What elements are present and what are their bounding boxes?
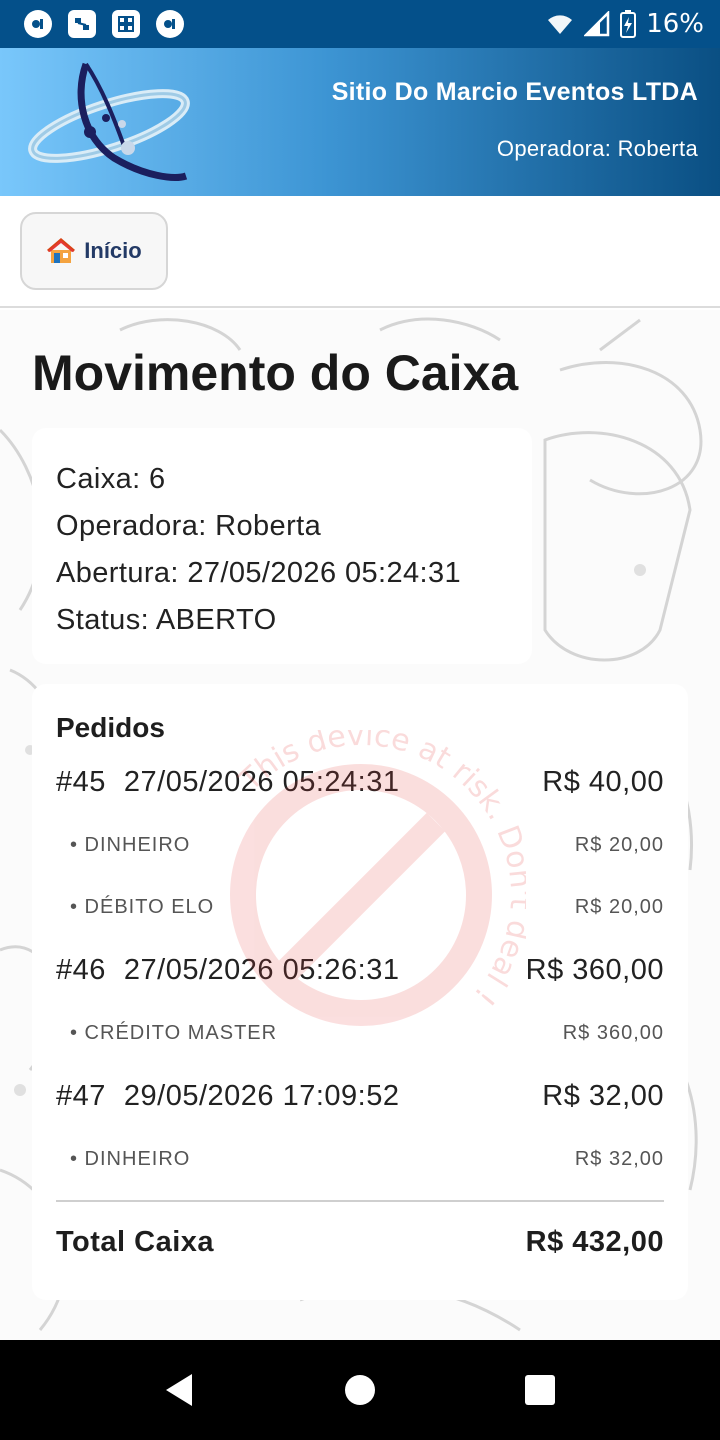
payment-method: • CRÉDITO MASTER — [70, 1021, 278, 1044]
company-name: Sitio Do Marcio Eventos LTDA — [331, 78, 698, 106]
network-icon — [68, 10, 96, 38]
wifi-icon — [548, 15, 573, 34]
order-datetime: 27/05/2026 05:24:31 — [123, 765, 400, 798]
cash-register-info-card: Caixa: 6 Operadora: Roberta Abertura: 27… — [32, 428, 532, 664]
order-row[interactable]: #47 29/05/2026 17:09:52 R$ 32,00 — [56, 1064, 664, 1128]
payment-amount: R$ 360,00 — [562, 1021, 664, 1044]
payment-row: • DÉBITO ELO R$ 20,00 — [56, 876, 664, 938]
company-logo — [28, 62, 190, 181]
order-amount: R$ 40,00 — [542, 765, 664, 798]
page-title: Movimento do Caixa — [32, 345, 519, 401]
order-number: #47 — [56, 1079, 106, 1112]
order-amount: R$ 32,00 — [542, 1079, 664, 1112]
status-bar: 16% — [0, 0, 720, 48]
order-amount: R$ 360,00 — [525, 953, 664, 986]
home-button[interactable]: Início — [20, 212, 168, 290]
order-row[interactable]: #46 27/05/2026 05:26:31 R$ 360,00 — [56, 938, 664, 1002]
system-navigation-bar — [0, 1340, 720, 1440]
grid-app-icon — [112, 10, 140, 38]
payment-amount: R$ 32,00 — [574, 1147, 664, 1170]
house-icon — [47, 238, 76, 263]
total-value: R$ 432,00 — [525, 1225, 664, 1258]
order-row[interactable]: #45 27/05/2026 05:24:31 R$ 40,00 — [56, 750, 664, 814]
order-number: #45 — [56, 765, 106, 798]
back-icon[interactable] — [160, 1370, 200, 1410]
register-opening-time: Abertura: 27/05/2026 05:24:31 — [56, 557, 462, 589]
status-bar-system: 16% — [546, 9, 704, 39]
status-bar-notifications — [24, 10, 184, 38]
payment-method: • DINHEIRO — [70, 1147, 191, 1170]
battery-percentage: 16% — [646, 9, 704, 39]
top-nav: Início — [0, 196, 720, 308]
home-button-label: Início — [84, 238, 142, 263]
payment-method: • DÉBITO ELO — [70, 895, 215, 918]
payment-amount: R$ 20,00 — [574, 833, 664, 856]
orders-heading: Pedidos — [56, 712, 165, 743]
total-row: Total Caixa R$ 432,00 — [56, 1202, 664, 1282]
order-datetime: 27/05/2026 05:26:31 — [123, 953, 400, 986]
payment-row: • DINHEIRO R$ 20,00 — [56, 814, 664, 876]
app-header: Sitio Do Marcio Eventos LTDA Operadora: … — [0, 48, 720, 196]
app-icon — [156, 10, 184, 38]
register-status: Status: ABERTO — [56, 604, 277, 636]
main-content[interactable]: Movimento do Caixa Caixa: 6 Operadora: R… — [0, 310, 720, 1340]
payment-method: • DINHEIRO — [70, 833, 191, 856]
order-datetime: 29/05/2026 17:09:52 — [123, 1079, 400, 1112]
register-operator: Operadora: Roberta — [56, 510, 322, 542]
register-number: Caixa: 6 — [56, 463, 166, 495]
signal-icon — [584, 11, 610, 37]
payment-row: • DINHEIRO R$ 32,00 — [56, 1128, 664, 1190]
order-number: #46 — [56, 953, 106, 986]
battery-charging-icon — [620, 10, 637, 38]
payment-row: • CRÉDITO MASTER R$ 360,00 — [56, 1002, 664, 1064]
home-circle-icon[interactable] — [340, 1370, 380, 1410]
total-label: Total Caixa — [56, 1225, 215, 1258]
orders-card: Pedidos #45 27/05/2026 05:24:31 R$ 40,00… — [32, 684, 688, 1300]
app-icon — [24, 10, 52, 38]
recents-square-icon[interactable] — [520, 1370, 560, 1410]
header-operator: Operadora: Roberta — [496, 136, 698, 161]
payment-amount: R$ 20,00 — [574, 895, 664, 918]
